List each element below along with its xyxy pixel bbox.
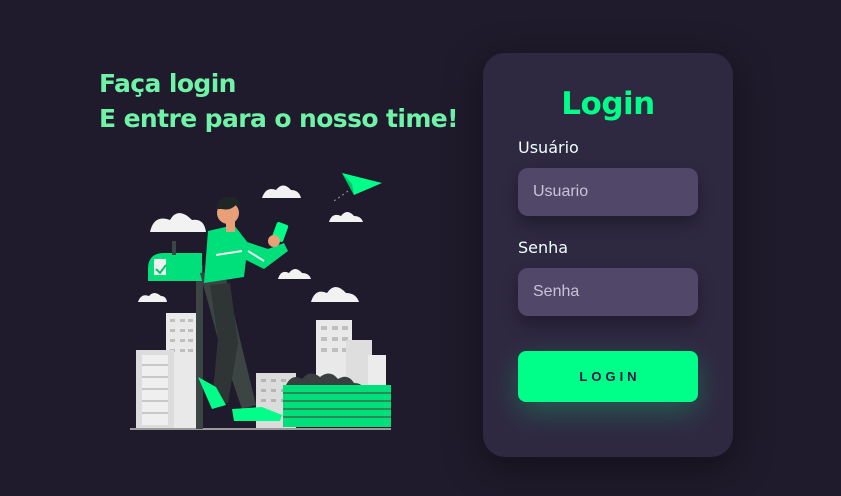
password-label: Senha xyxy=(518,238,569,257)
login-page: Faça login E entre para o nosso time! Lo… xyxy=(0,0,841,496)
username-label: Usuário xyxy=(518,138,579,157)
password-input[interactable] xyxy=(518,268,698,316)
login-button[interactable]: LOGIN xyxy=(518,351,698,402)
username-input[interactable] xyxy=(518,168,698,216)
login-title: Login xyxy=(561,86,655,122)
hero-line-2: E entre para o nosso time! xyxy=(99,104,459,133)
paper-plane-icon xyxy=(333,173,382,202)
hero-line-1: Faça login xyxy=(99,69,236,98)
person-with-phone-city-illustration xyxy=(130,173,391,430)
hero-headline: Faça login E entre para o nosso time! xyxy=(99,66,459,136)
